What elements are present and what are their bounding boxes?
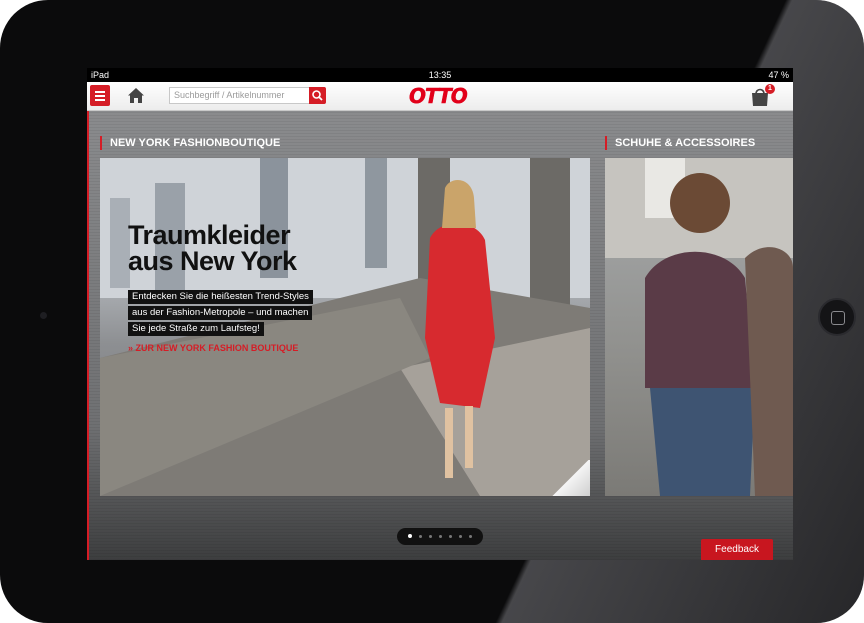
headline-line-2: aus New York	[128, 246, 297, 276]
status-battery: 47 %	[768, 70, 789, 80]
ipad-device-frame: iPad 13:35 47 % Suchbegriff / Artikelnum…	[0, 0, 864, 623]
page-dot[interactable]	[408, 534, 412, 538]
page-dot[interactable]	[429, 535, 432, 538]
search-input[interactable]: Suchbegriff / Artikelnummer	[169, 87, 325, 104]
page-curl[interactable]	[550, 460, 590, 496]
status-bar: iPad 13:35 47 %	[87, 68, 793, 82]
page-dot[interactable]	[449, 535, 452, 538]
page-dot[interactable]	[469, 535, 472, 538]
front-camera	[40, 312, 47, 319]
teaser-subtext-2: aus der Fashion-Metropole – und machen	[128, 306, 313, 320]
schuhe-accessoires-teaser-card[interactable]	[605, 158, 793, 496]
left-accent-bar	[87, 111, 89, 560]
app-header: Suchbegriff / Artikelnummer OTTO 1	[87, 82, 793, 111]
teaser-headline: Traumkleider aus New York	[128, 220, 297, 276]
teaser-subtext-3: Sie jede Straße zum Laufsteg!	[128, 322, 264, 336]
cart-count-badge: 1	[765, 84, 775, 94]
page-dot[interactable]	[439, 535, 442, 538]
couple-photo	[605, 158, 793, 496]
search-icon	[312, 90, 323, 101]
headline-line-1: Traumkleider	[128, 220, 291, 250]
page-dot[interactable]	[419, 535, 422, 538]
menu-button[interactable]	[90, 85, 110, 106]
page-dot[interactable]	[459, 535, 462, 538]
teaser-subtext-1: Entdecken Sie die heißesten Trend-Styles	[128, 290, 313, 304]
hardware-home-button[interactable]	[818, 298, 856, 336]
app-screen: iPad 13:35 47 % Suchbegriff / Artikelnum…	[87, 68, 793, 560]
section-title-new-york[interactable]: NEW YORK FASHIONBOUTIQUE	[100, 136, 280, 150]
page-indicator[interactable]	[397, 528, 483, 545]
home-icon[interactable]	[127, 87, 145, 104]
status-time: 13:35	[428, 70, 452, 80]
search-button[interactable]	[309, 87, 326, 104]
feedback-button[interactable]: Feedback	[701, 539, 773, 560]
new-york-boutique-link[interactable]: » ZUR NEW YORK FASHION BOUTIQUE	[128, 343, 298, 353]
section-title-schuhe[interactable]: SCHUHE & ACCESSOIRES	[605, 136, 755, 150]
new-york-teaser-card[interactable]: Traumkleider aus New York Entdecken Sie …	[100, 158, 590, 496]
otto-logo[interactable]: OTTO	[409, 85, 468, 108]
